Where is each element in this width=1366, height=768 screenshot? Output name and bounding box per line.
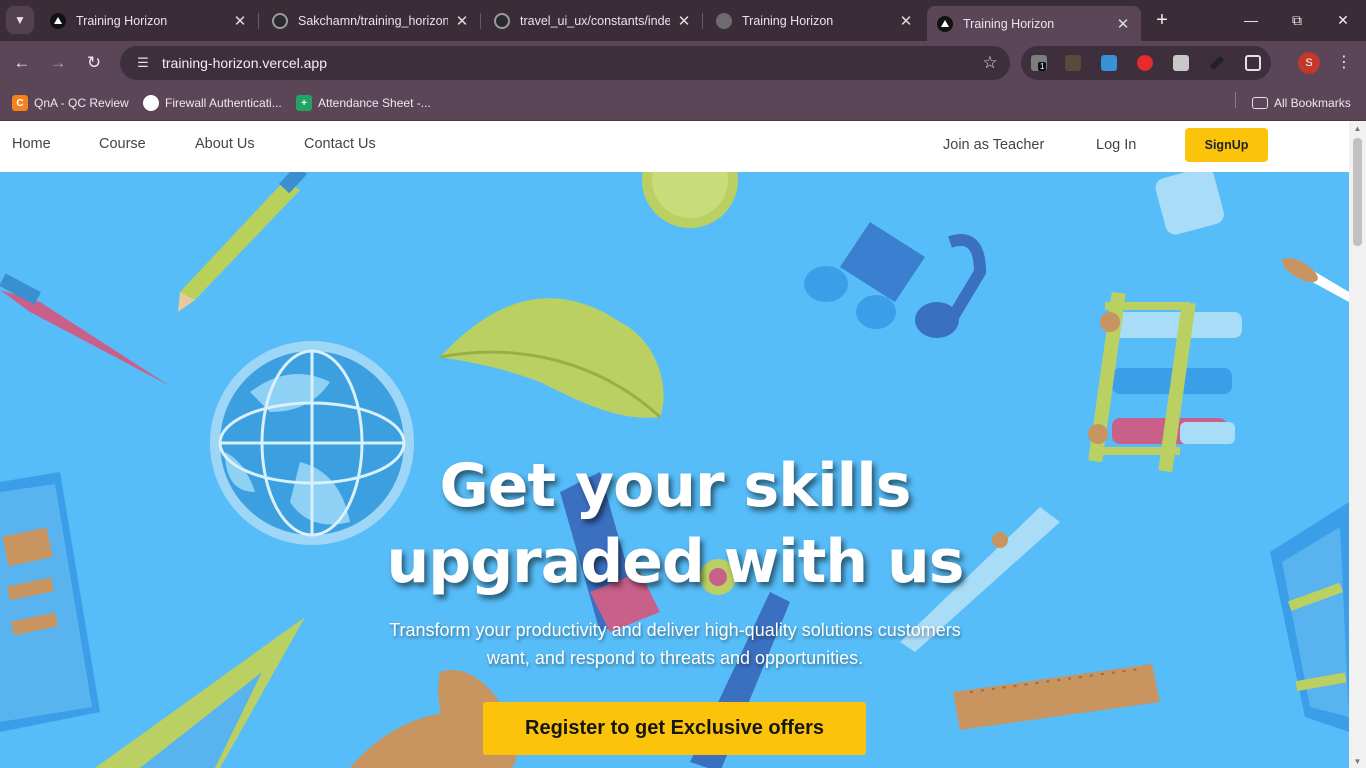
notebook-icon bbox=[0, 472, 100, 732]
tab-title: Training Horizon bbox=[963, 16, 1055, 31]
back-button[interactable]: ← bbox=[8, 50, 36, 76]
page-scrollbar[interactable]: ▲ ▼ bbox=[1349, 121, 1366, 768]
site-navbar: Home Course About Us Contact Us Join as … bbox=[0, 121, 1349, 172]
tab-strip: ▼ Training Horizon ✕ Sakchamn/training_h… bbox=[0, 0, 1366, 41]
pencil-icon bbox=[178, 172, 307, 312]
minimize-button[interactable]: — bbox=[1228, 8, 1274, 32]
hero-subtext-line1: Transform your productivity and deliver … bbox=[389, 620, 961, 640]
vercel-triangle-icon bbox=[50, 12, 66, 29]
profile-avatar[interactable]: S bbox=[1298, 52, 1320, 74]
nav-login[interactable]: Log In bbox=[1096, 137, 1136, 153]
bookmark-label: Firewall Authenticati... bbox=[165, 96, 282, 110]
reload-button[interactable]: ↻ bbox=[80, 50, 108, 76]
hero-headline-line2: upgraded with us bbox=[386, 527, 965, 597]
site-settings-icon[interactable]: ☰ bbox=[128, 55, 158, 71]
bookmark-firewall[interactable]: Firewall Authenticati... bbox=[143, 93, 282, 113]
close-window-button[interactable]: ✕ bbox=[1320, 8, 1366, 32]
tab-github-constants[interactable]: travel_ui_ux/constants/index ✕ bbox=[484, 6, 703, 35]
bookmark-qna[interactable]: C QnA - QC Review bbox=[12, 93, 129, 113]
hero-headline-line1: Get your skills bbox=[439, 451, 911, 521]
extension-icon[interactable] bbox=[1101, 55, 1117, 71]
scrollbar-thumb[interactable] bbox=[1353, 138, 1362, 246]
extension-icon[interactable] bbox=[1137, 55, 1153, 71]
music-note-icon bbox=[804, 222, 987, 338]
bookmark-label: QnA - QC Review bbox=[34, 96, 129, 110]
tab-training-horizon-2[interactable]: Training Horizon ✕ bbox=[706, 6, 924, 35]
tab-title: Training Horizon bbox=[76, 13, 168, 28]
globe-icon bbox=[143, 95, 159, 111]
close-icon[interactable]: ✕ bbox=[898, 12, 914, 30]
test-tube-rack-icon bbox=[1088, 291, 1242, 473]
scroll-up-icon[interactable]: ▲ bbox=[1353, 124, 1362, 133]
tab-github-repo[interactable]: Sakchamn/training_horizon ✕ bbox=[262, 6, 481, 35]
scroll-down-icon[interactable]: ▼ bbox=[1353, 757, 1362, 766]
close-icon[interactable]: ✕ bbox=[232, 12, 248, 30]
forward-button[interactable]: → bbox=[44, 50, 72, 76]
puzzle-icon[interactable] bbox=[1245, 55, 1261, 71]
hero-section: Get your skills upgraded with us Transfo… bbox=[0, 172, 1349, 768]
tab-title: Training Horizon bbox=[742, 13, 834, 28]
globe-icon bbox=[716, 12, 732, 29]
nav-about[interactable]: About Us bbox=[195, 136, 255, 152]
web-page: Home Course About Us Contact Us Join as … bbox=[0, 121, 1349, 768]
all-bookmarks[interactable]: All Bookmarks bbox=[1252, 93, 1351, 113]
signup-button[interactable]: SignUp bbox=[1185, 128, 1268, 162]
extension-icon[interactable]: 1 bbox=[1031, 55, 1047, 71]
c-icon: C bbox=[12, 95, 28, 111]
register-button[interactable]: Register to get Exclusive offers bbox=[483, 702, 866, 755]
tab-training-horizon-1[interactable]: Training Horizon ✕ bbox=[40, 6, 259, 35]
extensions-bar: 1 bbox=[1021, 46, 1271, 80]
nav-home[interactable]: Home bbox=[12, 136, 51, 152]
triangle-ruler-icon bbox=[95, 617, 305, 768]
bookmark-label: Attendance Sheet -... bbox=[318, 96, 431, 110]
extension-icon[interactable] bbox=[1065, 55, 1081, 71]
close-icon[interactable]: ✕ bbox=[454, 12, 470, 30]
tab-training-horizon-active[interactable]: Training Horizon ✕ bbox=[927, 6, 1141, 41]
close-icon[interactable]: ✕ bbox=[1115, 15, 1131, 33]
book-icon bbox=[1270, 502, 1349, 732]
close-icon[interactable]: ✕ bbox=[676, 12, 692, 30]
browser-toolbar: ← → ↻ ☰ training-horizon.vercel.app ☆ 1 … bbox=[0, 41, 1366, 85]
hero-headline: Get your skills upgraded with us bbox=[300, 448, 1050, 600]
eyedropper-icon[interactable] bbox=[1209, 55, 1225, 71]
tab-title: travel_ui_ux/constants/index bbox=[520, 13, 670, 28]
restore-button[interactable]: ⧉ bbox=[1274, 8, 1320, 32]
hero-subtext-line2: want, and respond to threats and opportu… bbox=[486, 648, 864, 668]
bookmarks-bar: C QnA - QC Review Firewall Authenticati.… bbox=[0, 85, 1366, 121]
folder-icon bbox=[1252, 97, 1268, 109]
hero-subtext: Transform your productivity and deliver … bbox=[355, 616, 995, 672]
chevron-down-icon: ▼ bbox=[14, 13, 26, 27]
leaf-icon bbox=[439, 298, 664, 419]
extension-badge: 1 bbox=[1038, 62, 1047, 71]
tab-title: Sakchamn/training_horizon bbox=[298, 13, 448, 28]
bookmark-attendance[interactable]: + Attendance Sheet -... bbox=[296, 93, 431, 113]
bookmark-star-icon[interactable]: ☆ bbox=[970, 53, 1010, 73]
nav-join-teacher[interactable]: Join as Teacher bbox=[943, 137, 1044, 153]
nav-contact[interactable]: Contact Us bbox=[304, 136, 376, 152]
more-menu-icon[interactable]: ⋮ bbox=[1334, 50, 1354, 76]
url-text[interactable]: training-horizon.vercel.app bbox=[162, 55, 970, 71]
address-bar[interactable]: ☰ training-horizon.vercel.app ☆ bbox=[120, 46, 1010, 80]
extension-icon[interactable] bbox=[1173, 55, 1189, 71]
sheets-icon: + bbox=[296, 95, 312, 111]
new-tab-button[interactable]: + bbox=[1150, 8, 1174, 32]
all-bookmarks-label: All Bookmarks bbox=[1274, 96, 1351, 110]
pen-icon bbox=[0, 273, 170, 386]
nav-course[interactable]: Course bbox=[99, 136, 146, 152]
github-icon bbox=[272, 12, 288, 29]
tab-search-button[interactable]: ▼ bbox=[6, 6, 34, 34]
ruler-icon bbox=[953, 664, 1160, 730]
vercel-triangle-icon bbox=[937, 15, 953, 32]
github-icon bbox=[494, 12, 510, 29]
